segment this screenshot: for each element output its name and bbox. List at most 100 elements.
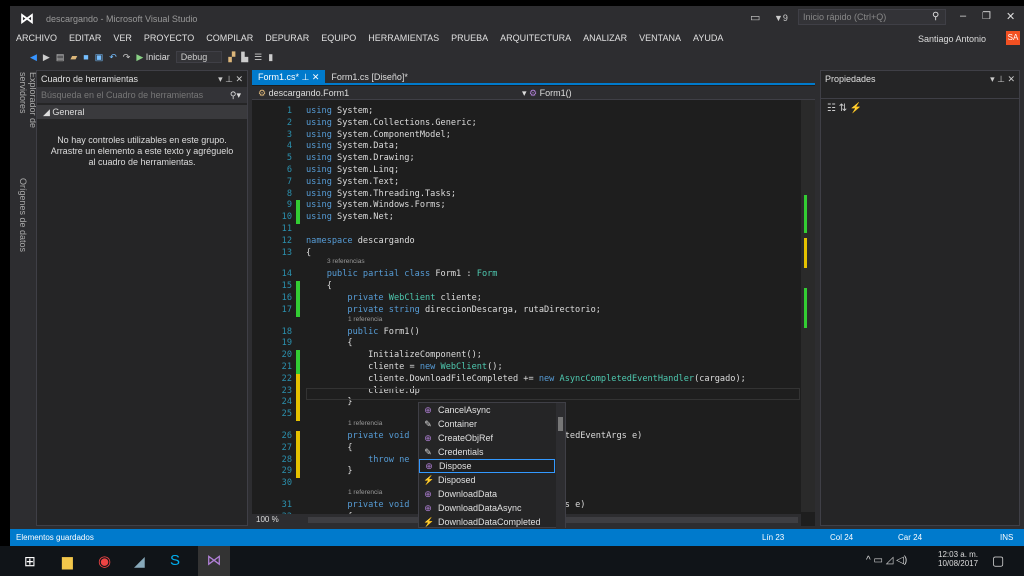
member-dropdown[interactable]: ▾ ⚙ Form1() [522, 88, 572, 99]
zoom-level[interactable]: 100 % [256, 515, 279, 524]
menu-prueba[interactable]: PRUEBA [445, 30, 494, 46]
panel-controls[interactable]: ▾ ⊥ ✕ [218, 71, 243, 87]
menu-ventana[interactable]: VENTANA [633, 30, 687, 46]
vertical-scrollbar[interactable] [801, 100, 815, 512]
menu-ver[interactable]: VER [107, 30, 138, 46]
menu-herramientas[interactable]: HERRAMIENTAS [362, 30, 445, 46]
autocomplete-item[interactable]: ⊕ Dispose [419, 459, 555, 473]
autocomplete-item[interactable]: ✎ Container [419, 417, 555, 431]
class-dropdown[interactable]: ⚙ descargando.Form1 [258, 88, 349, 99]
code-line[interactable]: 4 using System.Data; [252, 141, 800, 153]
events-icon[interactable]: ⚡ [850, 103, 862, 114]
autocomplete-item[interactable]: ⊕ CreateObjRef [419, 431, 555, 445]
code-line[interactable]: 17 private string direccionDescarga, rut… [252, 304, 800, 317]
app-icon[interactable]: ◢ [134, 553, 145, 570]
autocomplete-item[interactable]: ⊕ CancelAsync [419, 403, 555, 417]
search-icon[interactable]: ⚲ [932, 11, 939, 22]
code-editor[interactable]: Form1.cs* ⊥ ✕ Form1.cs [Diseño]* ⚙ descar… [252, 70, 815, 529]
menu-editar[interactable]: EDITAR [63, 30, 107, 46]
folder-icon[interactable]: ▙ [241, 52, 248, 63]
menu-compilar[interactable]: COMPILAR [200, 30, 259, 46]
tab-form-design[interactable]: Form1.cs [Diseño]* [325, 70, 414, 83]
undo-icon[interactable]: ↶ [109, 52, 117, 63]
user-name[interactable]: Santiago Antonio [918, 34, 986, 44]
windows-start-icon[interactable]: ⊞ [24, 553, 36, 570]
autocomplete-item[interactable]: ⚡ DownloadDataCompleted [419, 515, 555, 529]
skype-icon[interactable]: S [170, 552, 180, 569]
minimize-button[interactable]: – [960, 10, 966, 22]
forward-icon[interactable]: ▶ [43, 52, 50, 63]
clock[interactable]: 12:03 a. m. 10/08/2017 [938, 550, 978, 568]
code-line[interactable]: 7 using System.Text; [252, 177, 800, 189]
notification-center-icon[interactable]: ▢ [992, 553, 1004, 569]
code-line[interactable]: 3 using System.ComponentModel; [252, 130, 800, 142]
code-line[interactable]: 6 using System.Linq; [252, 165, 800, 177]
notifications-flag[interactable]: ▼9 [774, 13, 788, 23]
code-line[interactable]: 16 private WebClient cliente; [252, 293, 800, 305]
autocomplete-item[interactable]: ✎ Credentials [419, 445, 555, 459]
search-icon[interactable]: ⚲▾ [230, 87, 241, 103]
code-line[interactable]: 9 using System.Windows.Forms; [252, 200, 800, 213]
code-line[interactable]: 10 using System.Net; [252, 212, 800, 225]
find-icon[interactable]: ▞ [228, 52, 235, 63]
code-line[interactable]: 11 [252, 224, 800, 236]
code-line[interactable]: 19 { [252, 338, 800, 350]
feedback-icon[interactable]: ▭ [750, 11, 760, 24]
visual-studio-taskbar-icon[interactable]: ⋈ [198, 546, 230, 576]
autocomplete-item[interactable]: ⊕ DownloadData [419, 487, 555, 501]
menu-arquitectura[interactable]: ARQUITECTURA [494, 30, 577, 46]
code-line[interactable]: 2 using System.Collections.Generic; [252, 118, 800, 130]
code-line[interactable]: 14 public partial class Form1 : Form [252, 269, 800, 281]
categorized-icon[interactable]: ☷ [827, 103, 836, 114]
autocomplete-scrollbar[interactable] [556, 403, 565, 529]
menu-analizar[interactable]: ANALIZAR [577, 30, 633, 46]
menu-ayuda[interactable]: AYUDA [687, 30, 729, 46]
save-icon[interactable]: ■ [83, 52, 88, 62]
tab-close-icon[interactable]: ⊥ ✕ [299, 72, 320, 82]
menu-depurar[interactable]: DEPURAR [259, 30, 315, 46]
code-line[interactable]: 8 using System.Threading.Tasks; [252, 189, 800, 201]
code-line[interactable]: 22 cliente.DownloadFileCompleted += new … [252, 373, 800, 386]
menu-proyecto[interactable]: PROYECTO [138, 30, 200, 46]
close-button[interactable]: ✕ [1006, 10, 1015, 23]
code-line[interactable]: 18 public Form1() [252, 327, 800, 339]
new-project-icon[interactable]: ▤ [56, 52, 65, 63]
reference-hint[interactable]: 1 referencia [348, 316, 382, 323]
data-sources-tab[interactable]: Orígenes de datos [18, 178, 28, 252]
comment-icon[interactable]: ☰ [254, 52, 262, 63]
code-line[interactable]: 5 using System.Drawing; [252, 153, 800, 165]
toolbox-group-general[interactable]: ◢ General [37, 105, 247, 119]
quick-launch-input[interactable]: Inicio rápido (Ctrl+Q) [798, 9, 946, 25]
start-button[interactable]: ▶ Iniciar [136, 52, 169, 63]
open-icon[interactable]: ▰ [70, 52, 77, 63]
restore-button[interactable]: ❐ [982, 11, 991, 22]
code-line[interactable]: 1 using System; [252, 106, 800, 118]
save-all-icon[interactable]: ▣ [95, 52, 104, 63]
server-explorer-tab[interactable]: Explorador de servidores [18, 72, 38, 172]
code-line[interactable]: 12 namespace descargando [252, 236, 800, 248]
scroll-thumb[interactable] [558, 417, 563, 431]
code-line[interactable]: 21 cliente = new WebClient(); [252, 362, 800, 374]
bookmark-icon[interactable]: ▮ [268, 52, 273, 63]
reference-hint[interactable]: 3 referencias [327, 258, 365, 265]
reference-hint[interactable]: 1 referencia [348, 489, 382, 496]
toolbox-search-input[interactable]: Búsqueda en el Cuadro de herramientas ⚲▾ [37, 87, 247, 103]
menu-archivo[interactable]: ARCHIVO [10, 30, 63, 46]
file-explorer-icon[interactable]: ▆ [62, 553, 73, 570]
tray-icons[interactable]: ^ ▭ ◿ ◁) [866, 555, 907, 566]
avatar[interactable]: SA [1006, 31, 1020, 45]
panel-controls[interactable]: ▾ ⊥ ✕ [990, 71, 1015, 87]
alphabetical-icon[interactable]: ⇅ [839, 103, 847, 114]
code-line[interactable]: 20 InitializeComponent(); [252, 350, 800, 363]
back-icon[interactable]: ◀ [30, 52, 37, 63]
autocomplete-item[interactable]: ⚡ Disposed [419, 473, 555, 487]
autocomplete-item[interactable]: ⊕ DownloadDataAsync [419, 501, 555, 515]
config-select[interactable]: Debug [175, 51, 223, 63]
chrome-icon[interactable]: ◉ [98, 552, 111, 570]
object-selector[interactable] [821, 87, 1019, 99]
reference-hint[interactable]: 1 referencia [348, 420, 382, 427]
tab-form-code[interactable]: Form1.cs* ⊥ ✕ [252, 70, 326, 83]
menu-equipo[interactable]: EQUIPO [315, 30, 362, 46]
redo-icon[interactable]: ↷ [123, 52, 131, 63]
code-line[interactable]: 15 { [252, 281, 800, 294]
